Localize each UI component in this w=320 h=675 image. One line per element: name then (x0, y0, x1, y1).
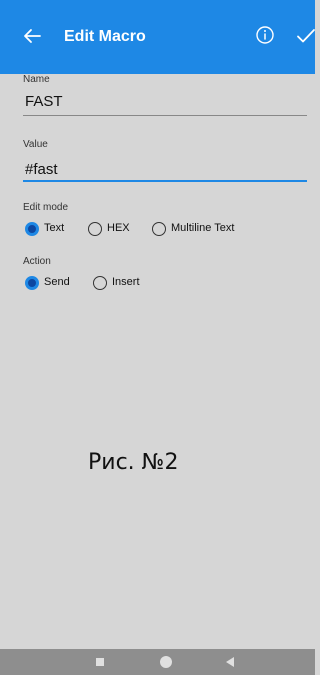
app-bar: Edit Macro (0, 0, 315, 74)
radio-label: HEX (107, 222, 130, 234)
value-field-underline (23, 180, 307, 182)
figure-caption: Рис. №2 (88, 450, 179, 475)
radio-label: Text (44, 222, 65, 234)
edit-mode-label: Edit mode (23, 202, 69, 213)
name-field-underline (23, 115, 307, 116)
radio-label: Multiline Text (171, 222, 235, 234)
triangle-back-icon[interactable] (225, 657, 235, 667)
radio-label: Send (44, 276, 70, 288)
circle-icon[interactable] (160, 656, 172, 668)
square-icon[interactable] (96, 658, 104, 666)
radio-checked-icon (25, 276, 39, 290)
name-label: Name (23, 74, 50, 85)
info-circle-icon[interactable] (255, 25, 275, 45)
arrow-left-icon[interactable] (20, 24, 44, 48)
radio-label: Insert (112, 276, 140, 288)
radio-unchecked-icon (152, 222, 166, 236)
action-label: Action (23, 256, 51, 267)
radio-unchecked-icon (88, 222, 102, 236)
edit-macro-form: Name FAST Value #fast Edit mode Text HEX… (0, 74, 315, 649)
name-field[interactable]: FAST (25, 93, 63, 110)
value-label: Value (23, 139, 48, 150)
radio-checked-icon (25, 222, 39, 236)
checkmark-icon[interactable] (294, 24, 318, 48)
radio-unchecked-icon (93, 276, 107, 290)
system-nav-bar (0, 649, 315, 675)
value-field[interactable]: #fast (25, 161, 58, 178)
page-title: Edit Macro (64, 28, 146, 45)
